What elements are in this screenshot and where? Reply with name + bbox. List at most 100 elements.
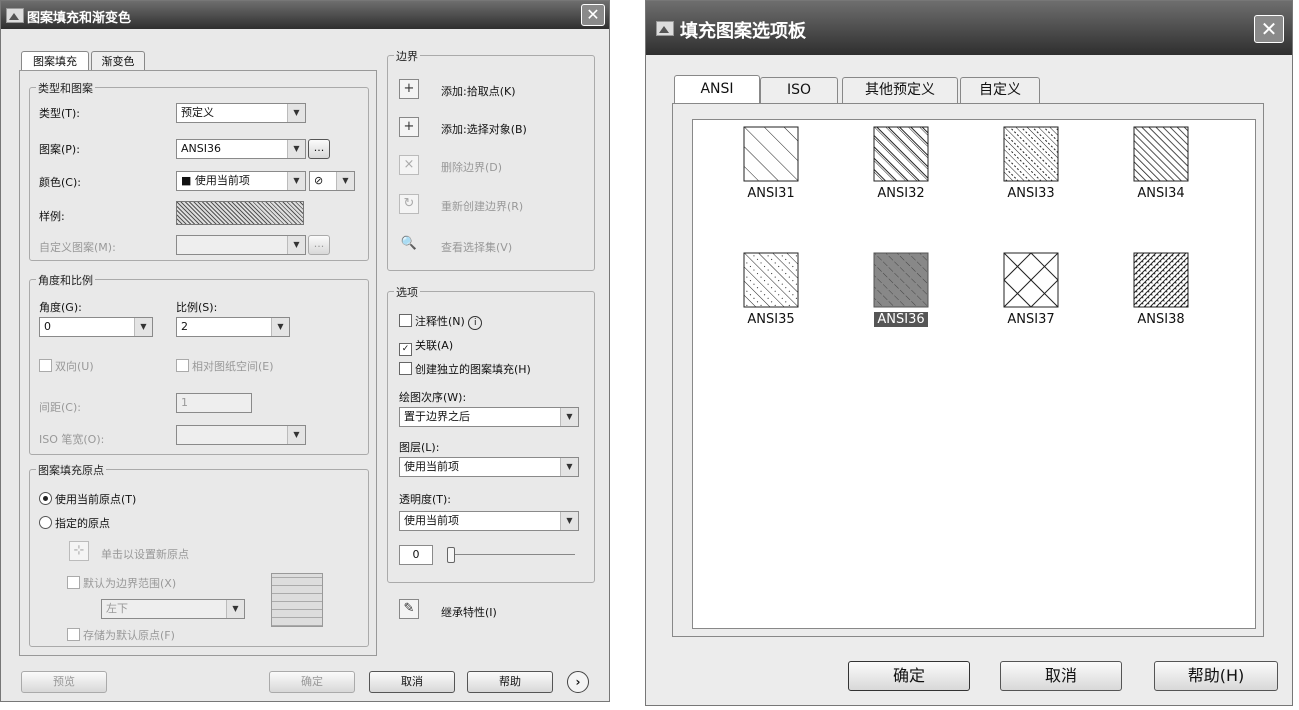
pattern-ansi37-icon xyxy=(1003,252,1059,308)
pattern-browse-button[interactable]: ... xyxy=(308,139,330,159)
pattern-ansi38[interactable]: ANSI38 xyxy=(1101,252,1221,352)
color-select-value: ■ 使用当前项 xyxy=(181,174,250,187)
preview-button[interactable]: 预览 xyxy=(21,671,107,693)
transparency-slider-track[interactable] xyxy=(451,554,575,555)
chevron-down-icon: ▼ xyxy=(287,104,305,122)
add-select-objects-icon[interactable]: + xyxy=(399,117,419,137)
pattern-ansi36[interactable]: ANSI36 xyxy=(841,252,961,352)
draw-order-value: 置于边界之后 xyxy=(404,410,470,423)
spacing-input[interactable]: 1 xyxy=(176,393,252,413)
chevron-down-icon: ▼ xyxy=(560,408,578,426)
chevron-down-icon: ▼ xyxy=(287,140,305,158)
close-button[interactable]: ✕ xyxy=(581,4,605,26)
checkbox-box xyxy=(67,576,80,589)
store-default-checkbox[interactable]: 存储为默认原点(F) xyxy=(67,627,175,643)
tab-ansi[interactable]: ANSI xyxy=(674,75,760,103)
recreate-boundary-label[interactable]: 重新创建边界(R) xyxy=(441,198,523,214)
app-icon xyxy=(6,8,24,23)
scale-select[interactable]: 2 ▼ xyxy=(176,317,290,337)
remove-boundaries-icon[interactable]: × xyxy=(399,155,419,175)
tab-iso[interactable]: ISO xyxy=(760,77,838,103)
chevron-down-icon: ▼ xyxy=(226,600,244,618)
tab-other-predefined[interactable]: 其他预定义 xyxy=(842,77,958,103)
pattern-ansi37-label: ANSI37 xyxy=(1007,312,1055,327)
pattern-ansi33[interactable]: ANSI33 xyxy=(971,126,1091,226)
associative-checkbox[interactable]: ✓ 关联(A) xyxy=(399,337,453,356)
default-boundary-checkbox[interactable]: 默认为边界范围(X) xyxy=(67,575,176,591)
double-label: 双向(U) xyxy=(55,360,94,373)
inherit-properties-label[interactable]: 继承特性(I) xyxy=(441,604,497,620)
cancel-button[interactable]: 取消 xyxy=(369,671,455,693)
angle-select[interactable]: 0 ▼ xyxy=(39,317,153,337)
group-label: 边界 xyxy=(394,48,420,64)
ok-button[interactable]: 确定 xyxy=(269,671,355,693)
default-boundary-label: 默认为边界范围(X) xyxy=(83,577,177,590)
relative-paper-checkbox[interactable]: 相对图纸空间(E) xyxy=(176,358,274,374)
inherit-properties-icon[interactable]: ✎ xyxy=(399,599,419,619)
specified-origin-radio[interactable]: 指定的原点 xyxy=(39,515,110,531)
help-button[interactable]: 帮助(H) xyxy=(1154,661,1278,691)
scale-select-value: 2 xyxy=(181,320,188,333)
set-origin-icon[interactable]: ⊹ xyxy=(69,541,89,561)
add-pick-points-icon[interactable]: + xyxy=(399,79,419,99)
radio-dot xyxy=(39,516,52,529)
pattern-grid: ANSI31 ANSI32 ANSI33 ANSI34 ANSI35 ANSI3… xyxy=(692,119,1256,629)
checkbox-box xyxy=(399,314,412,327)
iso-pen-select[interactable]: ▼ xyxy=(176,425,306,445)
type-select[interactable]: 预定义 ▼ xyxy=(176,103,306,123)
tab-gradient[interactable]: 渐变色 xyxy=(91,51,145,71)
origin-preview-icon xyxy=(271,573,323,627)
use-current-origin-radio[interactable]: 使用当前原点(T) xyxy=(39,491,136,507)
chevron-down-icon: ▼ xyxy=(287,236,305,254)
radio-dot xyxy=(39,492,52,505)
checkbox-box xyxy=(39,359,52,372)
pattern-ansi34[interactable]: ANSI34 xyxy=(1101,126,1221,226)
checkbox-box xyxy=(399,362,412,375)
custom-pattern-select[interactable]: ▼ xyxy=(176,235,306,255)
pattern-ansi31-label: ANSI31 xyxy=(747,186,795,201)
custom-pattern-label: 自定义图案(M): xyxy=(39,241,116,254)
add-pick-points-label[interactable]: 添加:拾取点(K) xyxy=(441,83,516,99)
transparency-slider-handle[interactable] xyxy=(447,547,455,563)
tab-custom[interactable]: 自定义 xyxy=(960,77,1040,103)
type-label: 类型(T): xyxy=(39,107,81,120)
group-label: 类型和图案 xyxy=(36,80,95,96)
ok-button[interactable]: 确定 xyxy=(848,661,970,691)
pattern-ansi32[interactable]: ANSI32 xyxy=(841,126,961,226)
transparency-select[interactable]: 使用当前项 ▼ xyxy=(399,511,579,531)
transparency-number-input[interactable]: 0 xyxy=(399,545,433,565)
add-select-objects-label[interactable]: 添加:选择对象(B) xyxy=(441,121,527,137)
pattern-sample-swatch[interactable] xyxy=(176,201,304,225)
custom-browse-button[interactable]: ... xyxy=(308,235,330,255)
help-button[interactable]: 帮助 xyxy=(467,671,553,693)
layer-value: 使用当前项 xyxy=(404,460,459,473)
background-color-select[interactable]: ⊘ ▼ xyxy=(309,171,355,191)
scale-label: 比例(S): xyxy=(176,301,218,314)
draw-order-select[interactable]: 置于边界之后 ▼ xyxy=(399,407,579,427)
title-bar: 填充图案选项板 ✕ xyxy=(646,1,1292,55)
pattern-ansi35[interactable]: ANSI35 xyxy=(711,252,831,352)
close-button[interactable]: ✕ xyxy=(1254,15,1284,43)
pattern-select[interactable]: ANSI36 ▼ xyxy=(176,139,306,159)
color-select[interactable]: ■ 使用当前项 ▼ xyxy=(176,171,306,191)
expand-more-icon[interactable]: › xyxy=(567,671,589,693)
recreate-boundary-icon[interactable]: ↻ xyxy=(399,194,419,214)
pattern-ansi31[interactable]: ANSI31 xyxy=(711,126,831,226)
boundary-position-select[interactable]: 左下 ▼ xyxy=(101,599,245,619)
sample-label: 样例: xyxy=(39,210,65,223)
chevron-down-icon: ▼ xyxy=(134,318,152,336)
double-checkbox[interactable]: 双向(U) xyxy=(39,358,94,374)
annotative-checkbox[interactable]: 注释性(N) i xyxy=(399,313,483,330)
layer-select[interactable]: 使用当前项 ▼ xyxy=(399,457,579,477)
pattern-ansi37[interactable]: ANSI37 xyxy=(971,252,1091,352)
cancel-button[interactable]: 取消 xyxy=(1000,661,1122,691)
remove-boundaries-label[interactable]: 删除边界(D) xyxy=(441,159,502,175)
annotative-label: 注释性(N) xyxy=(415,315,465,328)
pattern-ansi36-label: ANSI36 xyxy=(874,312,928,327)
tab-hatch[interactable]: 图案填充 xyxy=(21,51,89,71)
magnifier-icon[interactable]: 🔍 xyxy=(399,235,419,255)
view-selections-label[interactable]: 查看选择集(V) xyxy=(441,239,512,255)
checkmark-icon: ✓ xyxy=(399,343,412,356)
separate-hatches-checkbox[interactable]: 创建独立的图案填充(H) xyxy=(399,361,531,377)
iso-pen-label: ISO 笔宽(O): xyxy=(39,433,105,446)
